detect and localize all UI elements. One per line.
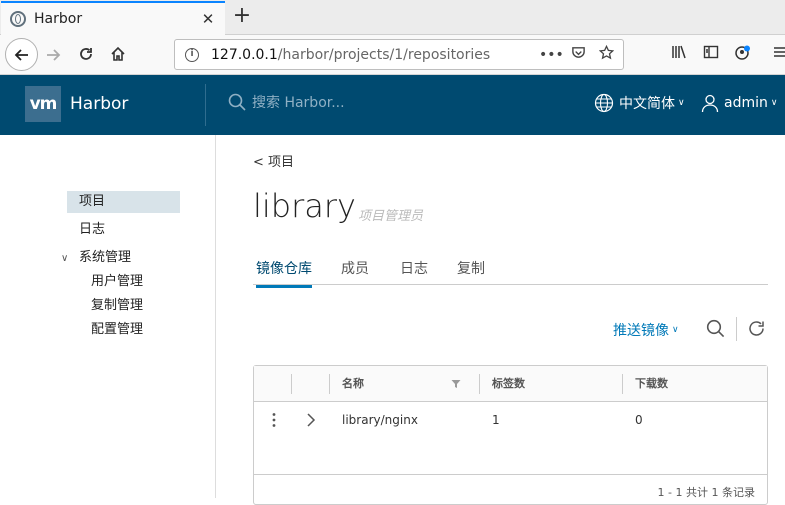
chevron-down-icon: ∨ xyxy=(678,98,685,108)
column-divider xyxy=(622,374,623,394)
tab-title: Harbor xyxy=(34,11,83,27)
sidebar-item-logs[interactable]: 日志 xyxy=(79,219,105,241)
vmware-logo[interactable]: vm xyxy=(25,86,61,122)
table-row[interactable]: library/nginx 1 0 xyxy=(254,403,767,437)
page-actions-icon[interactable]: ••• xyxy=(539,47,564,63)
tab-repositories[interactable]: 镜像仓库 xyxy=(256,258,312,288)
chevron-down-icon[interactable]: ∨ xyxy=(61,253,68,264)
push-image-label: 推送镜像 xyxy=(613,323,669,339)
arrow-left-icon xyxy=(14,48,28,61)
refresh-button[interactable] xyxy=(747,319,766,342)
toolbar-divider xyxy=(736,317,737,341)
refresh-icon xyxy=(749,321,764,336)
globe-icon xyxy=(594,93,614,113)
chevron-down-icon: ∨ xyxy=(672,325,679,335)
user-menu[interactable]: admin ∨ xyxy=(700,93,777,113)
column-divider xyxy=(291,374,292,394)
filter-icon[interactable] xyxy=(451,379,461,389)
home-button[interactable] xyxy=(107,43,129,65)
push-image-button[interactable]: 推送镜像 ∨ xyxy=(613,320,679,340)
site-info-icon[interactable]: i xyxy=(185,47,199,62)
tag-count: 1 xyxy=(492,413,500,427)
pocket-icon[interactable] xyxy=(567,45,589,64)
browser-tab-bar: Harbor ✕ + xyxy=(0,0,785,35)
sidebar-toggle-icon[interactable] xyxy=(701,44,721,66)
brand-name[interactable]: Harbor xyxy=(70,94,128,114)
app-header: vm Harbor 搜索 Harbor... 中文简体 ∨ admin ∨ xyxy=(0,75,785,135)
url-text[interactable]: 127.0.0.1/harbor/projects/1/repositories xyxy=(211,47,539,63)
account-icon[interactable] xyxy=(733,44,753,66)
reload-icon xyxy=(80,48,92,60)
browser-tab[interactable]: Harbor ✕ xyxy=(1,1,225,35)
sidebar-item-administration[interactable]: 系统管理 xyxy=(79,247,131,269)
column-header-pulls[interactable]: 下载数 xyxy=(635,366,668,402)
forward-button[interactable] xyxy=(42,44,64,66)
sidebar-item-replications[interactable]: 复制管理 xyxy=(91,295,143,317)
harbor-favicon-icon xyxy=(10,11,26,27)
address-bar[interactable]: i 127.0.0.1/harbor/projects/1/repositori… xyxy=(174,39,624,70)
column-header-tags[interactable]: 标签数 xyxy=(492,366,525,402)
search-icon xyxy=(706,319,725,338)
menu-icon[interactable] xyxy=(770,44,785,66)
chevron-down-icon: ∨ xyxy=(770,98,778,108)
table-footer: 1 - 1 共计 1 条记录 xyxy=(254,474,767,504)
repo-search-button[interactable] xyxy=(706,319,725,342)
column-divider xyxy=(479,374,480,394)
search-icon xyxy=(228,93,246,111)
main-content: < 项目 library 项目管理员 镜像仓库 成员 日志 复制 推送镜像 ∨ … xyxy=(217,135,785,505)
arrow-right-icon xyxy=(47,49,61,61)
expand-row-icon[interactable] xyxy=(305,403,317,437)
home-icon xyxy=(111,46,125,61)
user-icon xyxy=(701,94,719,113)
search-placeholder[interactable]: 搜索 Harbor... xyxy=(252,92,345,112)
repo-name-link[interactable]: library/nginx xyxy=(342,403,418,437)
column-header-name[interactable]: 名称 xyxy=(342,366,364,402)
browser-nav-bar: i 127.0.0.1/harbor/projects/1/repositori… xyxy=(0,35,785,75)
new-tab-button[interactable]: + xyxy=(232,5,252,29)
tab-replication[interactable]: 复制 xyxy=(457,258,485,284)
library-icon[interactable] xyxy=(669,44,689,66)
project-tabs: 镜像仓库 成员 日志 复制 xyxy=(253,255,768,288)
back-button[interactable] xyxy=(5,38,38,71)
table-header: 名称 标签数 下载数 xyxy=(254,366,767,402)
sidebar: 项目 日志 ∨ 系统管理 用户管理 复制管理 配置管理 xyxy=(0,135,216,498)
repository-table: 名称 标签数 下载数 library/nginx 1 0 1 - 1 共计 1 … xyxy=(253,365,768,505)
bookmark-star-icon[interactable] xyxy=(595,44,617,64)
tab-members[interactable]: 成员 xyxy=(341,258,369,284)
sidebar-item-users[interactable]: 用户管理 xyxy=(91,271,143,293)
tab-close-icon[interactable]: ✕ xyxy=(199,10,217,28)
breadcrumb[interactable]: < 项目 xyxy=(253,151,294,170)
language-label: 中文简体 xyxy=(619,96,675,112)
row-actions-icon[interactable] xyxy=(268,403,280,437)
reload-button[interactable] xyxy=(75,43,97,65)
global-search[interactable]: 搜索 Harbor... xyxy=(228,92,345,112)
header-divider xyxy=(205,84,206,126)
sidebar-item-projects[interactable]: 项目 xyxy=(67,191,180,213)
username: admin xyxy=(724,95,768,111)
tab-logs[interactable]: 日志 xyxy=(400,258,428,284)
role-badge: 项目管理员 xyxy=(358,209,424,224)
sidebar-item-configuration[interactable]: 配置管理 xyxy=(91,319,143,341)
pull-count: 0 xyxy=(635,413,643,427)
column-divider xyxy=(329,374,330,394)
page-title: library xyxy=(253,187,356,225)
language-selector[interactable]: 中文简体 ∨ xyxy=(594,93,685,113)
